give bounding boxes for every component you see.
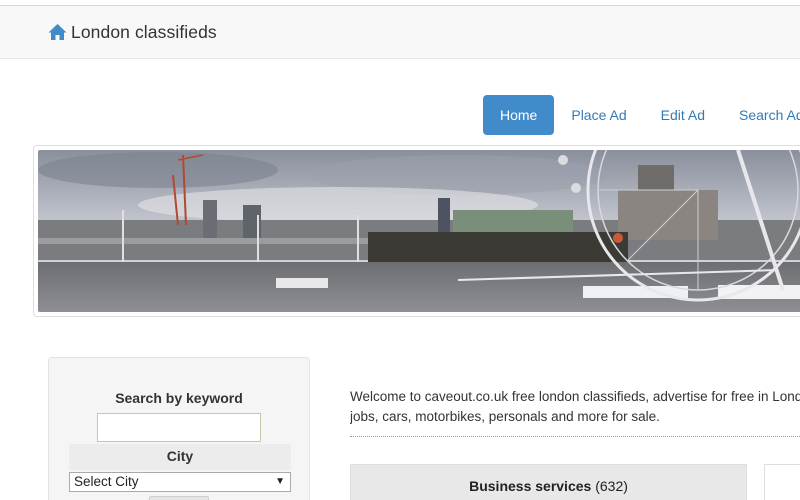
category-name[interactable]: Business services (469, 478, 591, 494)
tab-place-ad[interactable]: Place Ad (554, 95, 643, 135)
divider (350, 436, 800, 437)
search-button[interactable] (149, 496, 209, 500)
search-panel: Search by keyword City Select City ▼ (48, 357, 310, 500)
home-icon (48, 23, 67, 41)
category-title: Business services (632) (351, 478, 746, 494)
city-select[interactable]: Select City ▼ (69, 472, 291, 492)
site-title: London classifieds (71, 21, 217, 42)
keyword-label: Search by keyword (115, 390, 243, 406)
keyword-input[interactable] (97, 413, 261, 442)
main-nav: Home Place Ad Edit Ad Search Ads (483, 95, 800, 135)
category-box-2 (764, 464, 800, 500)
banner-frame (33, 145, 800, 317)
page: London classifieds Home Place Ad Edit Ad… (0, 0, 800, 500)
welcome-text: Welcome to caveout.co.uk free london cla… (350, 387, 800, 427)
city-label: City (166, 448, 194, 464)
city-select-value: Select City (74, 474, 139, 489)
tab-home[interactable]: Home (483, 95, 555, 135)
navbar: London classifieds (0, 5, 800, 59)
welcome-line-2: jobs, cars, motorbikes, personals and mo… (350, 409, 660, 424)
city-label-row: City (69, 444, 291, 470)
brand-link[interactable]: London classifieds (48, 21, 217, 43)
category-box[interactable]: Business services (632) (350, 464, 747, 500)
dropdown-arrow-icon: ▼ (275, 476, 285, 487)
tab-edit-ad[interactable]: Edit Ad (644, 95, 722, 135)
london-banner-image (38, 150, 800, 312)
category-count: (632) (595, 478, 628, 494)
tab-search-ads[interactable]: Search Ads (722, 95, 800, 135)
welcome-line-1: Welcome to caveout.co.uk free london cla… (350, 389, 800, 404)
